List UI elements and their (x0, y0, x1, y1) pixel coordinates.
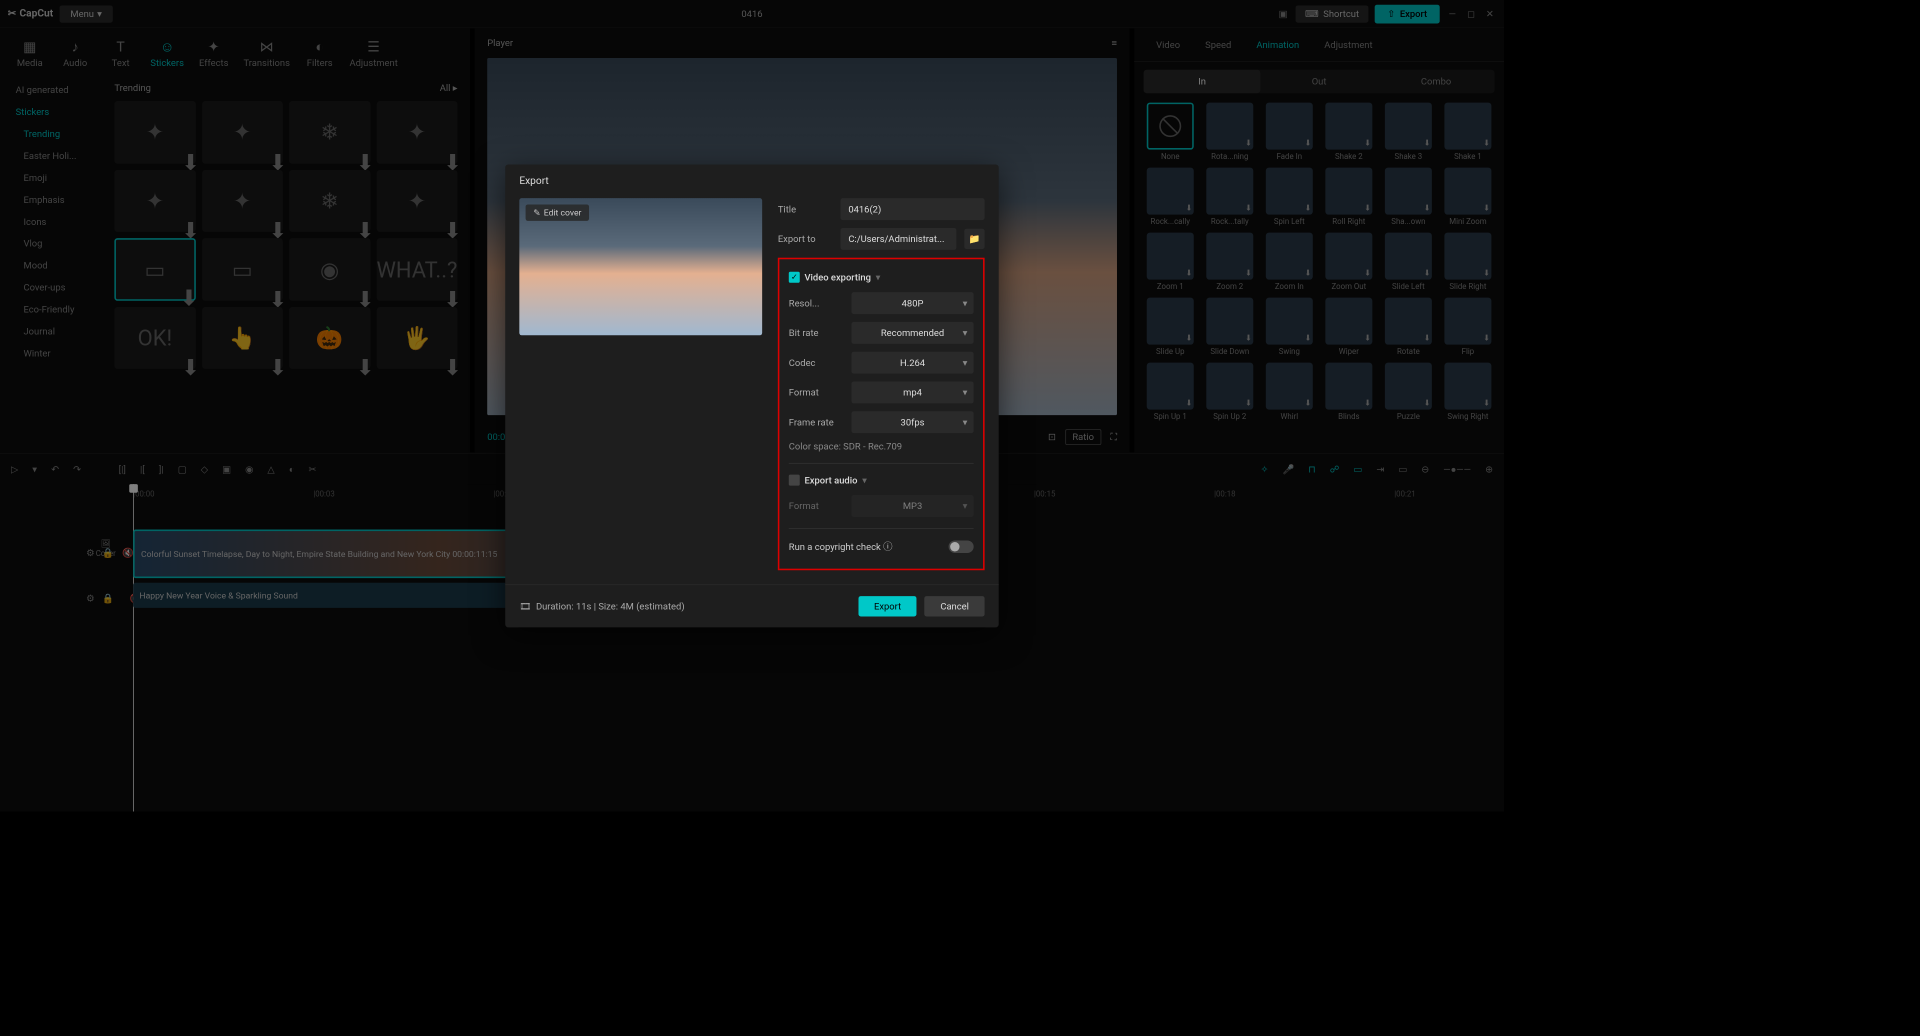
cancel-button[interactable]: Cancel (925, 596, 985, 616)
colorspace-info: Color space: SDR - Rec.709 (789, 441, 974, 452)
copyright-label: Run a copyright check ⓘ (789, 540, 893, 553)
dialog-title: Export (505, 164, 998, 198)
format-label: Format (789, 387, 844, 398)
codec-select[interactable]: H.264 (851, 352, 973, 374)
audio-export-heading: Export audio (804, 475, 857, 486)
export-confirm-button[interactable]: Export (858, 596, 916, 616)
title-input[interactable] (840, 198, 984, 220)
folder-icon: 📁 (969, 233, 981, 244)
bitrate-label: Bit rate (789, 327, 844, 338)
chevron-down-icon[interactable]: ▾ (862, 475, 867, 486)
chevron-down-icon[interactable]: ▾ (876, 272, 881, 283)
export-path-label: Export to (778, 233, 833, 244)
pencil-icon: ✎ (533, 208, 540, 218)
highlighted-settings: ✓ Video exporting ▾ Resol... 480P Bit ra… (778, 258, 985, 571)
resolution-select[interactable]: 480P (851, 292, 973, 314)
title-label: Title (778, 204, 833, 215)
cover-preview: ✎Edit cover (519, 198, 762, 335)
export-dialog: Export ✎Edit cover Title Export to C:/Us… (505, 164, 998, 627)
export-path-field[interactable]: C:/Users/Administrat... (840, 228, 956, 250)
bitrate-select[interactable]: Recommended (851, 322, 973, 344)
copyright-toggle[interactable] (949, 540, 974, 553)
info-icon[interactable]: ⓘ (883, 541, 892, 552)
video-export-checkbox[interactable]: ✓ (789, 272, 800, 283)
format-select[interactable]: mp4 (851, 381, 973, 403)
audio-format-select: MP3 (851, 495, 973, 517)
framerate-label: Frame rate (789, 417, 844, 428)
browse-folder-button[interactable]: 📁 (964, 229, 984, 249)
audio-export-checkbox[interactable] (789, 475, 800, 486)
codec-label: Codec (789, 357, 844, 368)
modal-backdrop: Export ✎Edit cover Title Export to C:/Us… (0, 0, 1504, 811)
export-info: Duration: 11s | Size: 4M (estimated) (536, 601, 685, 612)
framerate-select[interactable]: 30fps (851, 411, 973, 433)
video-export-heading: Video exporting (804, 272, 870, 283)
film-icon: 🎞 (519, 601, 531, 612)
resolution-label: Resol... (789, 298, 844, 309)
audio-format-label: Format (789, 501, 844, 512)
edit-cover-button[interactable]: ✎Edit cover (526, 204, 590, 220)
